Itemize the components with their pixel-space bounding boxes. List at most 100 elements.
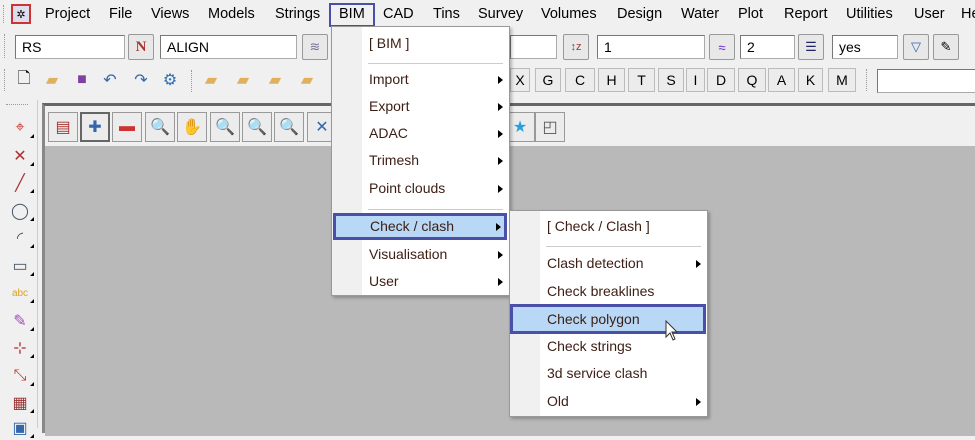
menu-models[interactable]: Models: [203, 4, 260, 26]
grip-handle[interactable]: [191, 70, 194, 92]
letter-button-m[interactable]: M: [828, 68, 856, 92]
window-tool-icon[interactable]: ▣: [6, 416, 34, 440]
zoom-scale-button[interactable]: 🔍: [210, 112, 240, 142]
menu-report[interactable]: Report: [779, 4, 833, 26]
letter-button-t[interactable]: T: [628, 68, 655, 92]
letter-button-a[interactable]: A: [768, 68, 795, 92]
dropdown-button[interactable]: ▽: [903, 34, 929, 60]
magnifier-center-icon: 🔍: [247, 119, 267, 136]
grip-handle[interactable]: [3, 5, 6, 23]
menu-user[interactable]: User: [909, 4, 950, 26]
letter-button-k[interactable]: K: [798, 68, 823, 92]
line-tool-icon[interactable]: ╱: [6, 171, 34, 195]
string-edit-tool-icon[interactable]: ⊹: [6, 336, 34, 360]
folder-layer-2-icon[interactable]: ▰: [265, 70, 285, 90]
linestyle-button[interactable]: ≈: [709, 34, 735, 60]
check-menu-old[interactable]: Old: [510, 388, 707, 415]
new-file-icon[interactable]: 🗋: [14, 70, 34, 90]
item-label: Visualisation: [369, 246, 448, 262]
menu-views[interactable]: Views: [146, 4, 194, 26]
bim-menu-header[interactable]: [ BIM ]: [332, 30, 509, 57]
menu-design[interactable]: Design: [612, 4, 667, 26]
folder-model-icon[interactable]: ▰: [201, 70, 221, 90]
pan-button[interactable]: ✋: [177, 112, 207, 142]
grip-handle[interactable]: [866, 69, 869, 91]
rectangle-tool-icon[interactable]: ▭: [6, 254, 34, 278]
menu-bim[interactable]: BIM: [329, 3, 375, 27]
menu-help[interactable]: He: [956, 4, 975, 26]
letter-button-h[interactable]: H: [598, 68, 625, 92]
grip-handle[interactable]: [4, 34, 7, 58]
arc-tool-icon[interactable]: ◜: [6, 226, 34, 250]
bim-menu-point-clouds[interactable]: Point clouds: [332, 175, 509, 202]
bim-menu-import[interactable]: Import: [332, 66, 509, 93]
string-field[interactable]: ALIGN: [160, 35, 297, 59]
submenu-arrow-icon: [498, 76, 503, 84]
zoom-out-button[interactable]: ▬: [112, 112, 142, 142]
value-field[interactable]: [510, 35, 557, 59]
check-menu-check-breaklines[interactable]: Check breaklines: [510, 278, 707, 305]
menu-file[interactable]: File: [104, 4, 137, 26]
name-button[interactable]: N: [128, 34, 154, 60]
menu-utilities[interactable]: Utilities: [841, 4, 898, 26]
open-folder-icon[interactable]: ▰: [42, 70, 62, 90]
circle-tool-icon[interactable]: ◯: [6, 199, 34, 223]
grip-handle[interactable]: [4, 69, 7, 91]
letter-button-s[interactable]: S: [658, 68, 684, 92]
view-title-button[interactable]: ▤: [48, 112, 78, 142]
point-tool-icon[interactable]: ⌖: [6, 116, 34, 140]
check-cross-icon: ✕: [315, 119, 329, 136]
text-tool-icon[interactable]: abc: [6, 281, 34, 305]
app-logo-icon[interactable]: ✲: [11, 4, 31, 24]
zoom-previous-button[interactable]: 🔍: [274, 112, 304, 142]
field-1[interactable]: 1: [597, 35, 705, 59]
zoom-in-button[interactable]: ✚: [80, 112, 110, 142]
bim-menu-trimesh[interactable]: Trimesh: [332, 147, 509, 174]
bim-menu-check-clash[interactable]: Check / clash: [333, 213, 507, 240]
letter-button-g[interactable]: G: [535, 68, 561, 92]
menu-plot[interactable]: Plot: [733, 4, 768, 26]
settings-gear-icon[interactable]: ⚙: [160, 70, 180, 90]
save-icon[interactable]: ■: [72, 70, 92, 90]
check-menu-3d-service-clash[interactable]: 3d service clash: [510, 360, 707, 387]
layers-button[interactable]: ≋: [302, 34, 328, 60]
fit-button[interactable]: 🔍: [145, 112, 175, 142]
folder-layer-3-icon[interactable]: ▰: [297, 70, 317, 90]
bim-menu-adac[interactable]: ADAC: [332, 120, 509, 147]
bim-menu-visualisation[interactable]: Visualisation: [332, 241, 509, 268]
table-tool-icon[interactable]: ▦: [6, 391, 34, 415]
symbol-tool-icon[interactable]: ✎: [6, 309, 34, 333]
picker-button[interactable]: ✎: [933, 34, 959, 60]
menu-cad[interactable]: CAD: [378, 4, 419, 26]
menu-tins[interactable]: Tins: [428, 4, 465, 26]
model-field[interactable]: RS: [15, 35, 125, 59]
bim-menu-user[interactable]: User: [332, 268, 509, 295]
check-menu-clash-detection[interactable]: Clash detection: [510, 250, 707, 277]
undo-icon[interactable]: ↶: [100, 70, 120, 90]
folder-layer-1-icon[interactable]: ▰: [233, 70, 253, 90]
menu-volumes[interactable]: Volumes: [536, 4, 602, 26]
letter-button-d[interactable]: D: [707, 68, 735, 92]
menu-project[interactable]: Project: [40, 4, 95, 26]
letter-button-c[interactable]: C: [565, 68, 595, 92]
bim-menu-export[interactable]: Export: [332, 93, 509, 120]
letter-button-x[interactable]: X: [510, 68, 530, 92]
yes-field[interactable]: yes: [832, 35, 898, 59]
letter-button-i[interactable]: I: [686, 68, 705, 92]
menu-water[interactable]: Water: [676, 4, 724, 26]
menu-survey[interactable]: Survey: [473, 4, 528, 26]
item-label: 3d service clash: [547, 365, 648, 381]
menu-strings[interactable]: Strings: [270, 4, 325, 26]
z-scale-button[interactable]: ↕z: [563, 34, 589, 60]
field-2[interactable]: 2: [740, 35, 795, 59]
zoom-center-button[interactable]: 🔍: [242, 112, 272, 142]
grip-handle[interactable]: [6, 104, 28, 106]
redo-icon[interactable]: ↷: [131, 70, 151, 90]
check-menu-header[interactable]: [ Check / Clash ]: [510, 213, 707, 240]
dimension-tool-icon[interactable]: ⤡: [6, 364, 34, 388]
command-field[interactable]: [877, 69, 975, 93]
weight-button[interactable]: ☰: [798, 34, 824, 60]
letter-button-q[interactable]: Q: [738, 68, 766, 92]
split-view-button[interactable]: ◰: [535, 112, 565, 142]
intersection-tool-icon[interactable]: ✕: [6, 144, 34, 168]
